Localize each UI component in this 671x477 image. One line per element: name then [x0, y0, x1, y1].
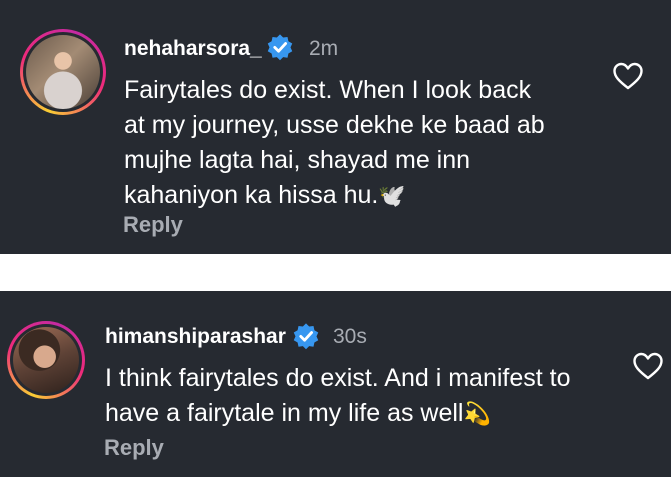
comment-line: mujhe lagta hai, shayad me inn — [124, 146, 471, 174]
heart-outline-icon[interactable] — [632, 351, 664, 381]
avatar[interactable] — [7, 321, 85, 399]
comment-card: himanshiparashar 30s I think fairytales … — [0, 291, 671, 477]
verified-badge-icon — [267, 34, 293, 61]
timestamp: 30s — [333, 325, 367, 348]
profile-photo — [13, 327, 79, 393]
timestamp: 2m — [309, 37, 339, 60]
comment-text: Fairytales do exist. When I look back at… — [124, 73, 545, 213]
username[interactable]: himanshiparashar — [105, 325, 286, 349]
comment-line: at my journey, usse dekhe ke baad ab — [124, 111, 545, 139]
verified-badge-icon — [293, 323, 319, 350]
comment-line: kahaniyon ka hissa hu.🕊️ — [124, 181, 406, 209]
comment-line: I think fairytales do exist. And i manif… — [105, 364, 571, 392]
profile-photo — [26, 35, 100, 109]
username[interactable]: nehaharsora_ — [124, 37, 262, 61]
heart-outline-icon[interactable] — [612, 61, 644, 91]
reply-button[interactable]: Reply — [123, 212, 183, 238]
dove-emoji: 🕊️ — [378, 183, 406, 208]
comment-line: Fairytales do exist. When I look back — [124, 76, 532, 104]
comment-text: I think fairytales do exist. And i manif… — [105, 361, 571, 431]
dizzy-emoji: 💫 — [463, 401, 491, 426]
avatar[interactable] — [20, 29, 106, 115]
comment-card: nehaharsora_ 2m Fairytales do exist. Whe… — [0, 0, 671, 254]
comment-line: have a fairytale in my life as well💫 — [105, 399, 491, 427]
reply-button[interactable]: Reply — [104, 435, 164, 461]
